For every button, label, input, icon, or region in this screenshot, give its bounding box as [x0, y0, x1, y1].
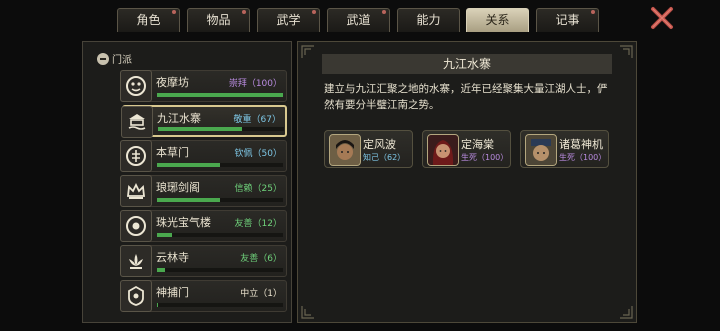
npc-name: 定风波	[363, 138, 396, 151]
tab-relations[interactable]: 关系	[466, 8, 529, 32]
sect-item[interactable]: 神捕门 中立（1）	[120, 280, 287, 312]
favor-bar	[157, 93, 283, 97]
npc-card[interactable]: 定风波 知己（62）	[324, 130, 413, 168]
tab-abilities[interactable]: 能力	[397, 8, 460, 32]
favor-bar	[157, 303, 283, 307]
npc-relation: 生死（100）	[461, 153, 509, 162]
sect-name: 云林寺	[156, 251, 189, 264]
sect-relation: 钦佩（50）	[234, 149, 282, 159]
favor-bar	[157, 268, 283, 272]
sect-detail-panel: 九江水寨 建立与九江汇聚之地的水寨，近年已经聚集大量江湖人士，俨然有要分半璧江南…	[297, 41, 637, 323]
npc-name: 诸葛神机	[559, 138, 603, 151]
crown-emblem-icon	[120, 175, 152, 207]
npc-card[interactable]: 诸葛神机 生死（100）	[520, 130, 609, 168]
tab-martial-path[interactable]: 武道	[327, 8, 390, 32]
npc-portrait	[427, 134, 459, 166]
corner-ornament-icon	[620, 306, 633, 319]
tab-martial-arts[interactable]: 武学	[257, 8, 320, 32]
lotus-emblem-icon	[120, 245, 152, 277]
npc-portrait	[329, 134, 361, 166]
sect-item[interactable]: 夜摩坊 崇拜（100）	[120, 70, 287, 102]
sect-relation: 敬重（67）	[233, 115, 281, 125]
badge-emblem-icon	[120, 280, 152, 312]
notification-dot	[382, 10, 386, 14]
npc-relation: 生死（100）	[559, 153, 607, 162]
npc-card[interactable]: 定海棠 生死（100）	[422, 130, 511, 168]
notification-dot	[591, 10, 595, 14]
tiger-emblem-icon	[120, 70, 152, 102]
npc-name: 定海棠	[461, 138, 494, 151]
sect-name: 珠光宝气楼	[156, 216, 211, 229]
sect-name: 琅琊剑阁	[156, 181, 200, 194]
sect-list-panel: 门派 夜摩坊 崇拜（100） 九江水寨 敬重（67） 本草门 钦佩（50） 琅琊…	[82, 41, 292, 323]
sect-relation: 崇拜（100）	[228, 79, 282, 89]
favor-bar	[157, 163, 283, 167]
favor-bar	[158, 127, 284, 131]
close-button[interactable]	[650, 6, 674, 30]
sect-relation: 友善（6）	[240, 254, 282, 264]
sect-description: 建立与九江汇聚之地的水寨，近年已经聚集大量江湖人士，俨然有要分半璧江南之势。	[324, 83, 608, 111]
npc-relation: 知己（62）	[363, 153, 406, 162]
sect-name: 夜摩坊	[156, 76, 189, 89]
sect-relation: 信赖（25）	[234, 184, 282, 194]
tab-journal[interactable]: 记事	[536, 8, 599, 32]
sect-item[interactable]: 琅琊剑阁 信赖（25）	[120, 175, 287, 207]
sect-item-selected[interactable]: 九江水寨 敬重（67）	[121, 105, 287, 138]
corner-ornament-icon	[301, 45, 314, 58]
sect-item[interactable]: 珠光宝气楼 友善（12）	[120, 210, 287, 242]
corner-ornament-icon	[301, 306, 314, 319]
sect-item[interactable]: 本草门 钦佩（50）	[120, 140, 287, 172]
notification-dot	[242, 10, 246, 14]
notification-dot	[172, 10, 176, 14]
tab-items[interactable]: 物品	[187, 8, 250, 32]
favor-bar	[157, 198, 283, 202]
sect-title: 九江水寨	[322, 54, 612, 74]
sect-name: 神捕门	[156, 286, 189, 299]
collapse-icon	[97, 52, 109, 65]
close-icon	[651, 7, 673, 29]
sect-section-header[interactable]: 门派	[97, 51, 132, 66]
sect-item[interactable]: 云林寺 友善（6）	[120, 245, 287, 277]
water-fort-emblem-icon	[121, 106, 153, 138]
sect-name: 九江水寨	[157, 112, 201, 125]
sect-section-label: 门派	[112, 55, 132, 66]
treasure-emblem-icon	[120, 210, 152, 242]
corner-ornament-icon	[620, 45, 633, 58]
herb-emblem-icon	[120, 140, 152, 172]
npc-portrait	[525, 134, 557, 166]
sect-relation: 友善（12）	[234, 219, 282, 229]
sect-name: 本草门	[156, 146, 189, 159]
favor-bar	[157, 233, 283, 237]
sect-relation: 中立（1）	[240, 289, 282, 299]
tab-character[interactable]: 角色	[117, 8, 180, 32]
notification-dot	[312, 10, 316, 14]
